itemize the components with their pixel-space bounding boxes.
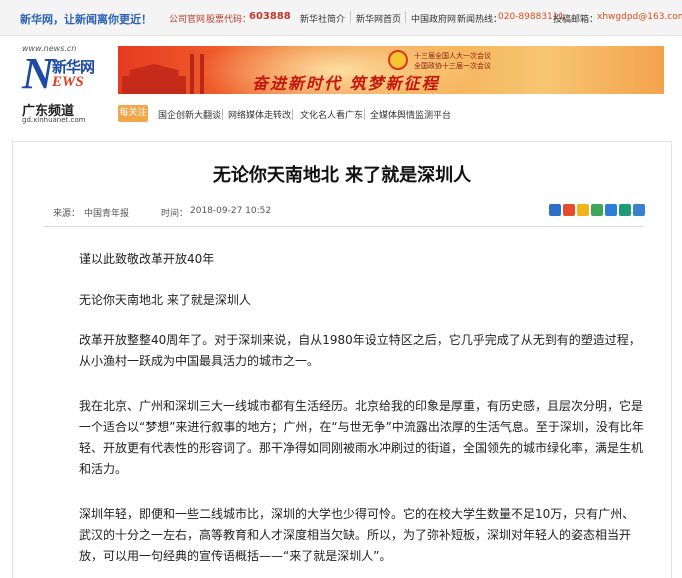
- more-icon[interactable]: [633, 204, 645, 216]
- article-paragraph: 深圳年轻，即便和一些二线城市比，深圳的大学也少得可怜。它的在校大学生数量不足10…: [79, 507, 635, 563]
- xinhua-intro-link[interactable]: 新华社简介: [300, 12, 345, 25]
- article-title: 无论你天南地北 来了就是深圳人: [212, 165, 472, 186]
- banner-pillar: [200, 54, 204, 94]
- mail-value[interactable]: xhwgdpd@163.com: [597, 12, 682, 22]
- nav-separator: [364, 109, 365, 120]
- stock-code-value: 603888: [249, 11, 291, 22]
- article-container: 无论你天南地北 来了就是深圳人 来源： 中国青年报 时间： 2018-09-27…: [12, 141, 672, 578]
- meta-divider: [43, 226, 643, 227]
- add-icon[interactable]: [549, 204, 561, 216]
- article-paragraph: 我在北京、广州和深圳三大一线城市都有生活经历。北京给我的印象是厚重，有历史感，且…: [79, 399, 644, 476]
- article-paragraph: 无论你天南地北 来了就是深圳人: [79, 293, 251, 307]
- top-bar: 新华网，让新闻离你更近！ 公司官网 股票代码： 603888 新华社简介 新华网…: [0, 0, 682, 36]
- nav-item-celebrities[interactable]: 文化名人看广东: [300, 108, 363, 121]
- banner-caption-1: 十三届全国人大一次会议: [414, 52, 491, 60]
- xinhuanet-home-link[interactable]: 新华网首页: [356, 12, 401, 25]
- site-slogan: 新华网，让新闻离你更近！: [20, 13, 152, 26]
- nav-item-media-reform[interactable]: 网络媒体走转改: [228, 108, 291, 121]
- nav-tag: 每关注: [118, 105, 148, 122]
- nav-item-opinion-platform[interactable]: 全媒体舆情监测平台: [370, 108, 451, 121]
- mail-label: 投稿邮箱：: [553, 15, 599, 25]
- national-emblem-icon: [388, 50, 408, 70]
- header-banner[interactable]: 十三届全国人大一次会议 全国政协十三届一次会议 奋进新时代 筑梦新征程: [118, 46, 664, 94]
- renren-icon[interactable]: [605, 204, 617, 216]
- nav-separator: [292, 109, 293, 120]
- banner-slogan: 奋进新时代 筑梦新征程: [252, 74, 440, 93]
- topbar-separator: [405, 11, 406, 23]
- article-paragraph: 谨以此致敬改革开放40年: [79, 252, 215, 266]
- nav-item-soe-innovation[interactable]: 国企创新大翻谈: [158, 108, 221, 121]
- hotline-label: 新闻热线：: [457, 15, 503, 25]
- douban-icon[interactable]: [591, 204, 603, 216]
- sina-weibo-icon[interactable]: [563, 204, 575, 216]
- logo-ews: EWS: [52, 74, 84, 90]
- people-icon[interactable]: [619, 204, 631, 216]
- channel-url: gd.xinhuanet.com: [22, 116, 86, 124]
- qzone-icon[interactable]: [577, 204, 589, 216]
- great-hall-illustration: [122, 64, 186, 94]
- company-site-link[interactable]: 公司官网: [169, 12, 205, 25]
- topbar-separator: [350, 11, 351, 23]
- source-label: 来源：: [53, 209, 81, 219]
- source-value: 中国青年报: [84, 209, 130, 219]
- gov-site-link[interactable]: 中国政府网: [411, 12, 456, 25]
- stock-code-label: 股票代码：: [206, 15, 252, 25]
- time-label: 时间：: [161, 209, 189, 219]
- nav-separator: [222, 109, 223, 120]
- article-paragraph: 改革开放整整40周年了。对于深圳来说，自从1980年设立特区之后，它几乎完成了从…: [79, 333, 641, 368]
- time-value: 2018-09-27 10:52: [190, 206, 272, 216]
- site-logo[interactable]: www.news.cn N 新华网 EWS 广东频道 gd.xinhuanet.…: [22, 44, 112, 124]
- banner-pillar: [190, 54, 194, 94]
- logo-letter: N: [22, 49, 54, 98]
